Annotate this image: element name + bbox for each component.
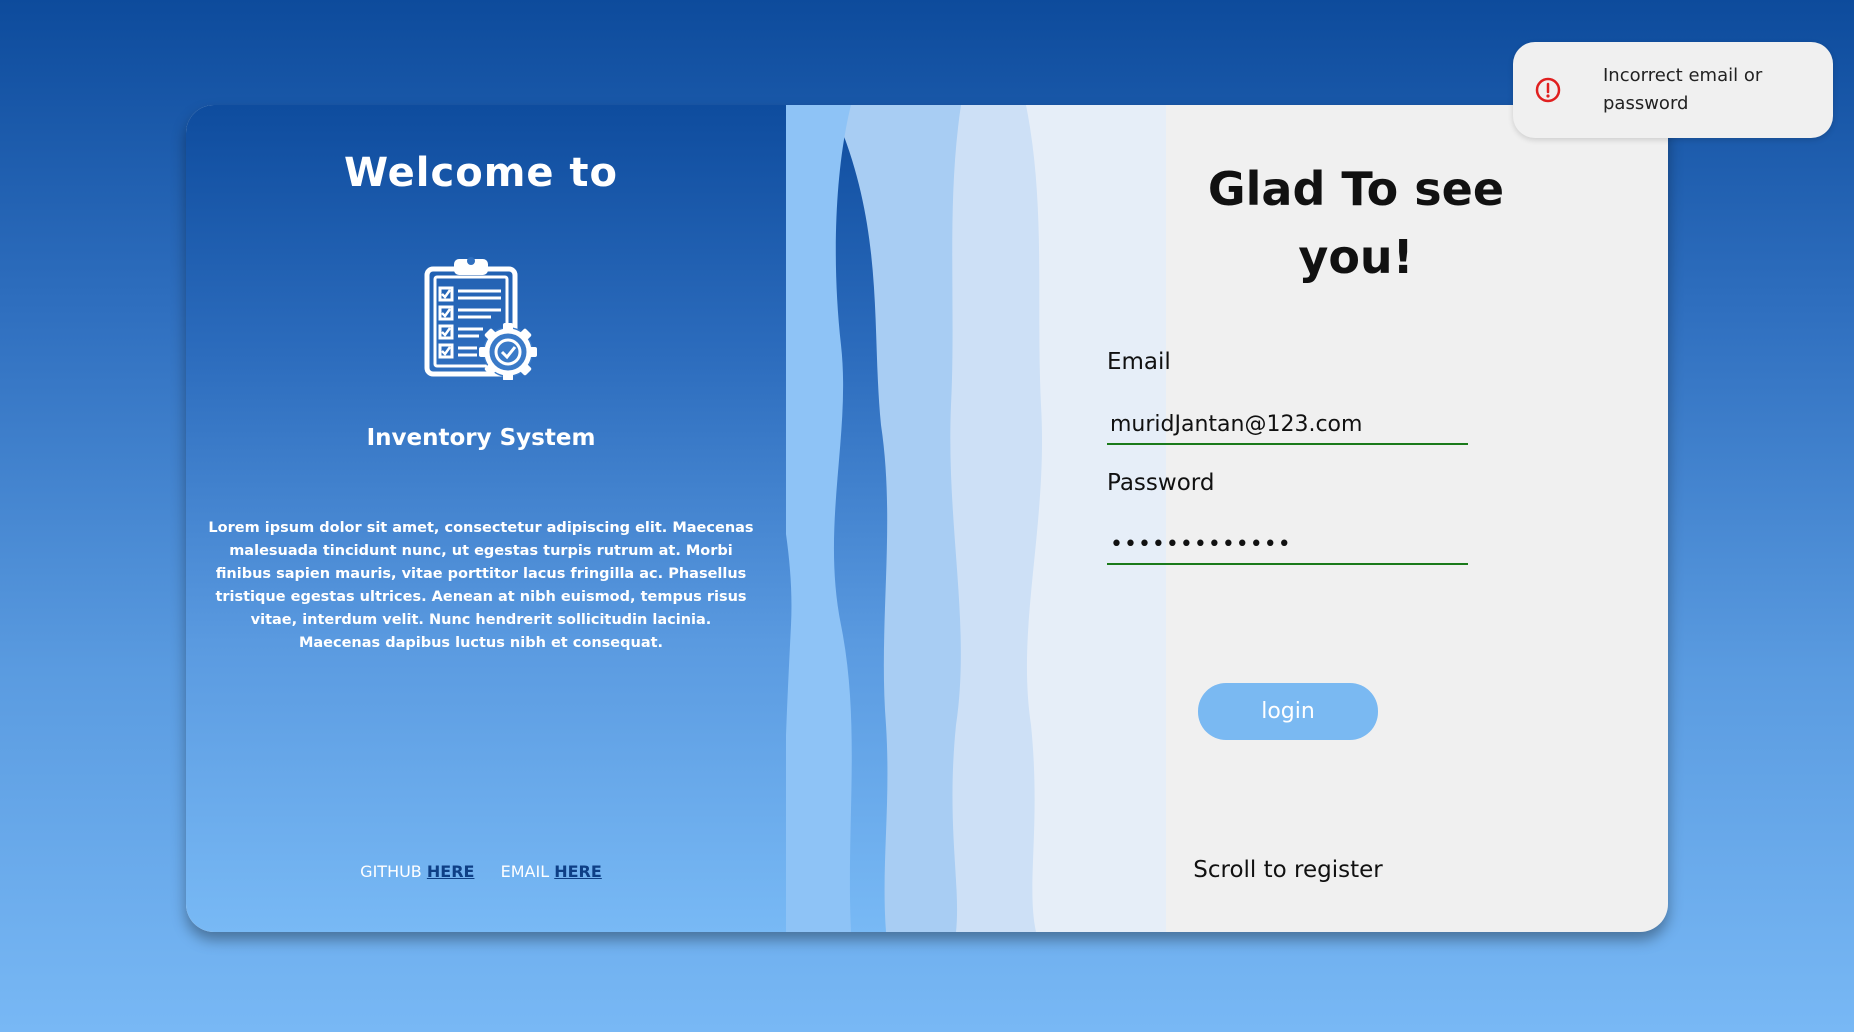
clipboard-checklist-gear-icon	[421, 255, 541, 381]
email-input[interactable]	[1107, 405, 1468, 445]
password-label: Password	[1107, 470, 1215, 496]
github-link[interactable]: HERE	[427, 862, 475, 881]
welcome-title: Welcome to	[343, 150, 619, 196]
email-link[interactable]: HERE	[554, 862, 602, 881]
email-label: EMAIL	[500, 862, 550, 881]
scroll-to-register[interactable]: Scroll to register	[1186, 857, 1390, 883]
error-circle-icon	[1535, 77, 1561, 103]
login-card: Welcome to Inventory System Lorem ipsum …	[186, 105, 1668, 932]
password-input[interactable]	[1107, 525, 1468, 565]
login-button[interactable]: login	[1198, 683, 1378, 740]
github-label: GITHUB	[360, 862, 422, 881]
footer-links: GITHUB HERE EMAIL HERE	[186, 862, 776, 881]
description-text: Lorem ipsum dolor sit amet, consectetur …	[208, 520, 754, 651]
login-title: Glad To see you!	[1207, 162, 1505, 284]
email-label: Email	[1107, 349, 1171, 375]
system-name: Inventory System	[366, 425, 596, 451]
toast-message: Incorrect email or password	[1603, 65, 1763, 114]
login-panel: Glad To see you! Email Password login Sc…	[956, 105, 1668, 932]
error-toast[interactable]: Incorrect email or password	[1513, 42, 1833, 138]
